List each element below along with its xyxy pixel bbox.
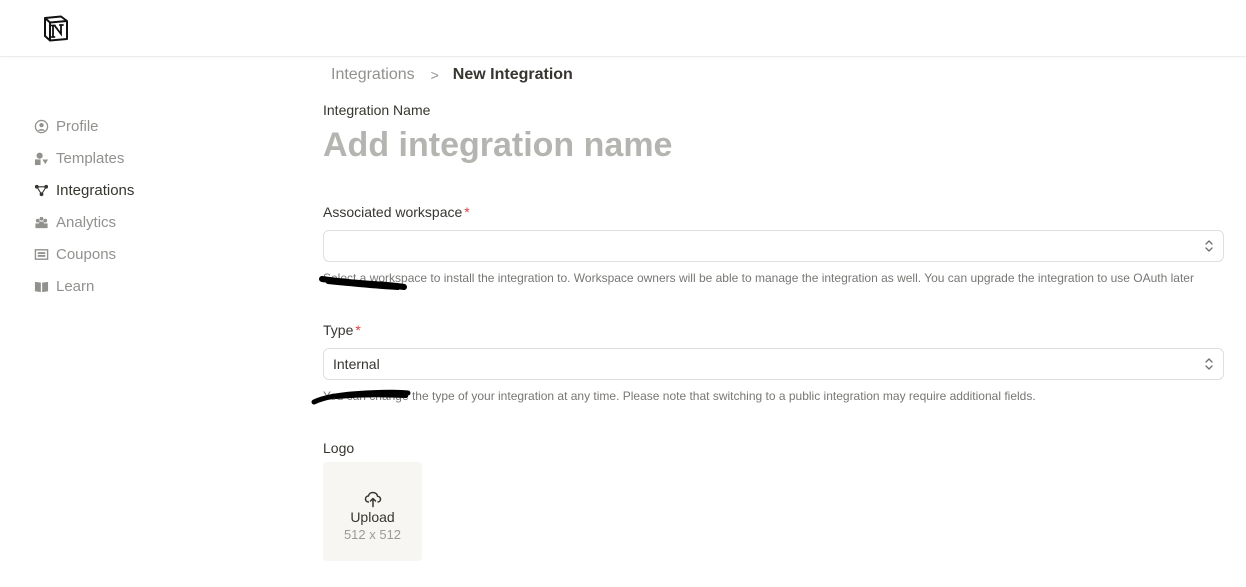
upload-label: Upload (350, 508, 395, 525)
user-circle-icon (34, 119, 49, 134)
sidebar-item-label: Coupons (56, 245, 117, 263)
top-bar (0, 0, 1246, 56)
sidebar-item-integrations[interactable]: Integrations (34, 174, 234, 206)
sidebar-item-label: Profile (56, 117, 99, 135)
breadcrumb: Integrations > New Integration (331, 64, 573, 86)
type-select-value: Internal (333, 356, 380, 372)
sidebar-item-learn[interactable]: Learn (34, 270, 234, 302)
integration-name-input[interactable] (323, 124, 923, 166)
type-help-text: You can change the type of your integrat… (323, 389, 1036, 403)
shapes-icon (34, 151, 49, 166)
notion-logo-icon[interactable] (42, 14, 70, 42)
workspace-select[interactable] (323, 230, 1224, 262)
chevron-updown-icon (1205, 358, 1213, 370)
chevron-right-icon: > (430, 67, 439, 83)
logo-upload-button[interactable]: Upload 512 x 512 (323, 462, 422, 561)
integration-nodes-icon (34, 183, 49, 198)
breadcrumb-current: New Integration (452, 66, 573, 83)
breadcrumb-integrations-link[interactable]: Integrations (331, 66, 415, 84)
type-label: Type * (323, 322, 361, 338)
book-icon (34, 279, 49, 294)
sidebar-item-analytics[interactable]: Analytics (34, 206, 234, 238)
cloud-upload-icon (364, 491, 381, 507)
sidebar-item-label: Templates (56, 149, 125, 167)
integration-name-label: Integration Name (323, 102, 431, 118)
sidebar-item-label: Learn (56, 277, 95, 295)
sidebar-item-templates[interactable]: Templates (34, 142, 234, 174)
associated-workspace-label-text: Associated workspace (323, 204, 463, 220)
associated-workspace-label: Associated workspace * (323, 204, 470, 220)
sidebar-item-profile[interactable]: Profile (34, 110, 234, 142)
upload-size-hint: 512 x 512 (343, 526, 402, 542)
sidebar-item-label: Analytics (56, 213, 117, 231)
people-chart-icon (34, 215, 49, 230)
workspace-help-text: Select a workspace to install the integr… (323, 271, 1194, 285)
chevron-updown-icon (1205, 240, 1213, 252)
ticket-icon (34, 247, 49, 262)
sidebar: Profile Templates Integrations Analytics… (34, 110, 234, 302)
sidebar-item-coupons[interactable]: Coupons (34, 238, 234, 270)
sidebar-item-label: Integrations (56, 181, 135, 199)
required-asterisk: * (464, 204, 470, 220)
required-asterisk: * (355, 322, 361, 338)
type-label-text: Type (323, 322, 354, 338)
logo-label: Logo (323, 440, 355, 456)
type-select[interactable]: Internal (323, 348, 1224, 380)
